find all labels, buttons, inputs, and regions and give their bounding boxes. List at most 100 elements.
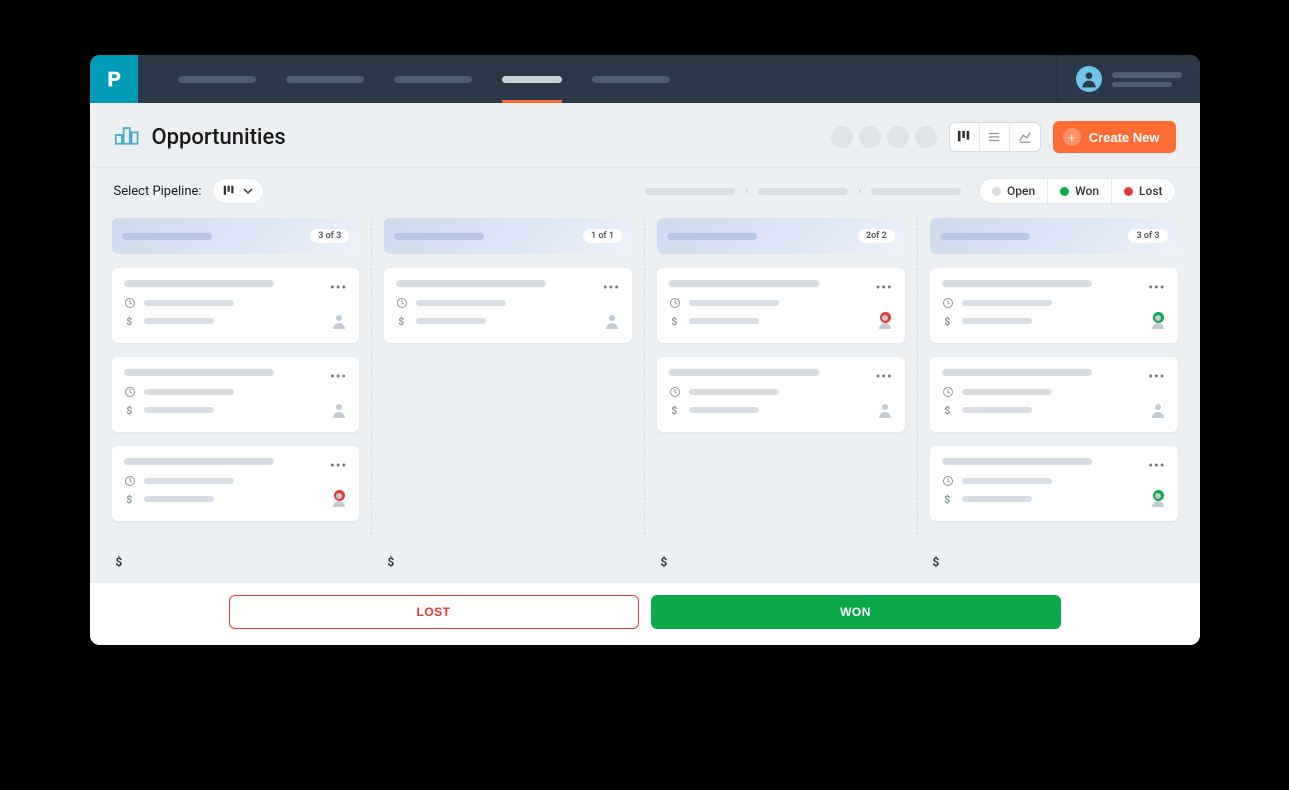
person-icon [1150,313,1166,329]
create-new-button[interactable]: + Create New [1053,121,1176,153]
card-owner-icon[interactable] [1150,402,1166,422]
status-chip-lost[interactable]: Lost [1112,179,1174,203]
dollar-icon: $ [657,555,671,569]
dollar-icon: $ [124,315,136,327]
person-icon [877,402,893,418]
nav-item-4-active[interactable] [502,56,562,103]
filter-row: Select Pipeline: › › Open Won Lost [90,167,1200,218]
kanban-mini-icon [223,185,235,197]
card-value-row: $ [942,404,1166,416]
card-owner-icon[interactable] [604,313,620,333]
dollar-icon: $ [669,404,681,416]
dollar-icon: $ [929,555,943,569]
card-menu-icon[interactable]: ••• [603,280,620,296]
nav-item-2[interactable] [286,56,364,103]
card-menu-icon[interactable]: ••• [876,280,893,296]
chevron-down-icon [243,186,253,196]
opportunities-icon [114,123,142,151]
column-total: $ [917,541,1190,583]
opportunity-card[interactable]: •••$ [930,268,1178,343]
svg-text:$: $ [660,555,667,569]
opportunity-card[interactable]: ••• $ [657,357,905,432]
nav-item-1[interactable] [178,56,256,103]
header-dot[interactable] [887,126,909,148]
view-chart-button[interactable] [1010,123,1040,151]
card-menu-icon[interactable]: ••• [876,369,893,385]
column-count: 1 of 1 [583,229,622,243]
card-menu-icon[interactable]: ••• [1148,369,1165,385]
card-owner-icon[interactable] [877,402,893,422]
header-dot[interactable] [831,126,853,148]
column-total: $ [645,541,918,583]
opportunity-card[interactable]: •••$ [112,446,360,521]
card-menu-icon[interactable]: ••• [1148,280,1165,296]
card-title-placeholder [124,369,274,376]
status-chip-open[interactable]: Open [980,179,1048,203]
card-menu-icon[interactable]: ••• [330,280,347,296]
clock-icon [124,386,136,398]
column-header[interactable]: 3 of 3 [930,218,1178,254]
card-owner-icon[interactable] [331,313,347,333]
user-name-placeholder [1112,72,1182,87]
card-owner-icon[interactable] [331,402,347,422]
column-header[interactable]: 3 of 3 [112,218,360,254]
card-menu-icon[interactable]: ••• [1148,458,1165,474]
card-date-row [124,475,348,487]
opportunity-card[interactable]: ••• $ [384,268,632,343]
view-list-button[interactable] [980,123,1010,151]
card-value-row: $ [669,315,893,327]
kanban-column: 1 of 1 ••• $ [372,218,645,535]
user-menu[interactable] [1057,55,1200,103]
nav-item-5[interactable] [592,56,670,103]
opportunity-card[interactable]: ••• $ [930,357,1178,432]
column-header[interactable]: 1 of 1 [384,218,632,254]
card-owner-icon[interactable] [1150,313,1166,333]
person-icon [877,313,893,329]
column-total: $ [372,541,645,583]
card-date-row [669,297,893,309]
card-menu-icon[interactable]: ••• [330,369,347,385]
nav-item-3[interactable] [394,56,472,103]
dollar-icon: $ [396,315,408,327]
kanban-column: 2of 2 ••• $ ••• $ [645,218,918,535]
dollar-icon: $ [124,404,136,416]
opportunity-card[interactable]: ••• $ [112,357,360,432]
footer-actions: LOST WON [90,583,1200,645]
clock-icon [942,297,954,309]
app-logo[interactable] [90,55,138,103]
column-header[interactable]: 2of 2 [657,218,905,254]
view-kanban-button[interactable] [950,123,980,151]
card-value-row: $ [669,404,893,416]
column-count: 2of 2 [858,229,895,243]
opportunity-card[interactable]: ••• $ [930,446,1178,521]
card-value-row: $ [942,493,1166,505]
logo-icon [103,68,125,90]
mark-lost-button[interactable]: LOST [229,595,639,629]
dollar-icon: $ [942,493,954,505]
opportunity-card[interactable]: ••• $ [112,268,360,343]
person-icon [1150,491,1166,507]
clock-icon [942,386,954,398]
status-chip-won[interactable]: Won [1048,179,1112,203]
column-title-placeholder [667,233,757,240]
card-menu-icon[interactable]: ••• [330,458,347,474]
card-owner-icon[interactable] [877,313,893,333]
dollar-icon: $ [669,315,681,327]
mark-won-button[interactable]: WON [651,595,1061,629]
card-title-placeholder [124,458,274,465]
opportunity-card[interactable]: ••• $ [657,268,905,343]
card-owner-icon[interactable] [331,491,347,511]
card-owner-icon[interactable] [1150,491,1166,511]
header-dot[interactable] [915,126,937,148]
plus-icon: + [1063,128,1081,146]
header-dot[interactable] [859,126,881,148]
column-totals-row: $ $ $ $ [90,541,1200,583]
nav-items [178,56,670,103]
kanban-column: 3 of 3•••$•••$•••$ [100,218,373,535]
header-dots [831,126,937,148]
svg-text:$: $ [399,315,405,327]
person-icon [331,402,347,418]
clock-icon [669,297,681,309]
pipeline-selector[interactable] [212,178,264,204]
top-nav [90,55,1200,103]
